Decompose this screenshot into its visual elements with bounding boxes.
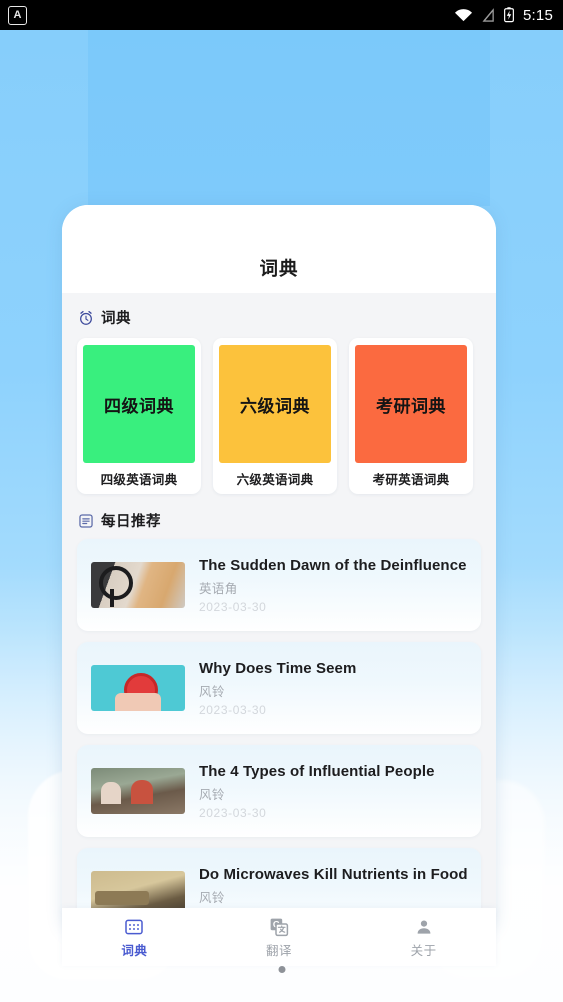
- article-thumbnail: [91, 562, 185, 608]
- dictionary-tile[interactable]: 六级词典 六级英语词典: [213, 338, 337, 494]
- dictionary-thumb: 四级词典: [83, 345, 195, 463]
- article-date: 2023-03-30: [199, 599, 267, 614]
- article-title: Do Microwaves Kill Nutrients in Food: [199, 865, 468, 883]
- nav-tab-dictionary[interactable]: 词典: [62, 915, 207, 959]
- nav-label-translate: 翻译: [266, 944, 293, 958]
- dictionary-tile[interactable]: 四级词典 四级英语词典: [77, 338, 201, 494]
- status-bar-left: A: [8, 5, 27, 25]
- article-thumbnail: [91, 665, 185, 711]
- status-bar-right: 5:15: [454, 7, 553, 24]
- dictionary-thumb: 六级词典: [219, 345, 331, 463]
- bottom-navigation-bar: 词典 G 翻译 关于: [62, 908, 496, 966]
- nav-label-about: 关于: [410, 944, 437, 958]
- person-icon: [414, 917, 434, 937]
- article-text: Why Does Time Seem 风铃 2023-03-30: [185, 660, 481, 717]
- alarm-clock-icon: [78, 310, 94, 326]
- article-title: The 4 Types of Influential People: [199, 762, 435, 780]
- section-title-dictionary: 词典: [101, 311, 131, 327]
- list-item[interactable]: The 4 Types of Influential People 风铃 202…: [77, 745, 481, 837]
- article-title: Why Does Time Seem: [199, 659, 357, 677]
- article-author: 风铃: [199, 787, 225, 802]
- page-title: 词典: [259, 258, 299, 279]
- article-thumbnail: [91, 768, 185, 814]
- dictionary-thumb-label: 六级词典: [240, 396, 310, 416]
- article-author: 风铃: [199, 684, 225, 699]
- article-text: The 4 Types of Influential People 风铃 202…: [185, 763, 481, 820]
- signal-icon: [482, 7, 495, 23]
- article-title: The Sudden Dawn of the Deinfluence: [199, 556, 467, 574]
- translate-icon: G: [269, 917, 289, 937]
- article-date: 2023-03-30: [199, 805, 267, 820]
- card-body[interactable]: 词典 四级词典 四级英语词典 六级词典 六级英语词典 考研词典 考研英语词典 每…: [62, 293, 496, 935]
- section-header-daily: 每日推荐: [62, 496, 496, 537]
- dictionary-thumb-label: 四级词典: [104, 396, 174, 416]
- nav-tab-translate[interactable]: G 翻译: [207, 915, 352, 959]
- status-bar: A 5:15: [0, 0, 563, 30]
- document-list-icon: [78, 513, 94, 529]
- card-header: 词典: [62, 205, 496, 293]
- dictionary-caption: 考研英语词典: [372, 473, 450, 487]
- app-notification-icon: A: [8, 5, 27, 25]
- nav-tab-about[interactable]: 关于: [351, 915, 496, 959]
- phone-screen: A 5:15 词典 词典 四级词典 四级英语词典 六级词典 六级英语词典 考研词…: [0, 0, 563, 1002]
- dictionary-caption: 四级英语词典: [100, 473, 178, 487]
- nav-label-dictionary: 词典: [121, 944, 148, 958]
- list-item[interactable]: The Sudden Dawn of the Deinfluence 英语角 2…: [77, 539, 481, 631]
- dictionary-thumb-label: 考研词典: [376, 396, 446, 416]
- dictionary-tile-row: 四级词典 四级英语词典 六级词典 六级英语词典 考研词典 考研英语词典: [62, 334, 496, 496]
- article-author: 风铃: [199, 890, 225, 905]
- section-title-daily: 每日推荐: [101, 514, 161, 530]
- dictionary-caption: 六级英语词典: [236, 473, 314, 487]
- article-date: 2023-03-30: [199, 702, 267, 717]
- section-header-dictionary: 词典: [62, 293, 496, 334]
- wifi-icon: [454, 8, 473, 22]
- clock-time: 5:15: [523, 6, 553, 24]
- background-hero-panel: [88, 30, 490, 206]
- dictionary-thumb: 考研词典: [355, 345, 467, 463]
- main-content-card: 词典 词典 四级词典 四级英语词典 六级词典 六级英语词典 考研词典 考研英语词…: [62, 205, 496, 935]
- article-author: 英语角: [199, 581, 238, 596]
- home-indicator-dot: [278, 966, 285, 973]
- list-item[interactable]: Why Does Time Seem 风铃 2023-03-30: [77, 642, 481, 734]
- battery-icon: [504, 7, 514, 23]
- article-text: The Sudden Dawn of the Deinfluence 英语角 2…: [185, 557, 481, 614]
- article-list: The Sudden Dawn of the Deinfluence 英语角 2…: [62, 537, 496, 935]
- dictionary-tile[interactable]: 考研词典 考研英语词典: [349, 338, 473, 494]
- dictionary-grid-icon: [124, 917, 144, 937]
